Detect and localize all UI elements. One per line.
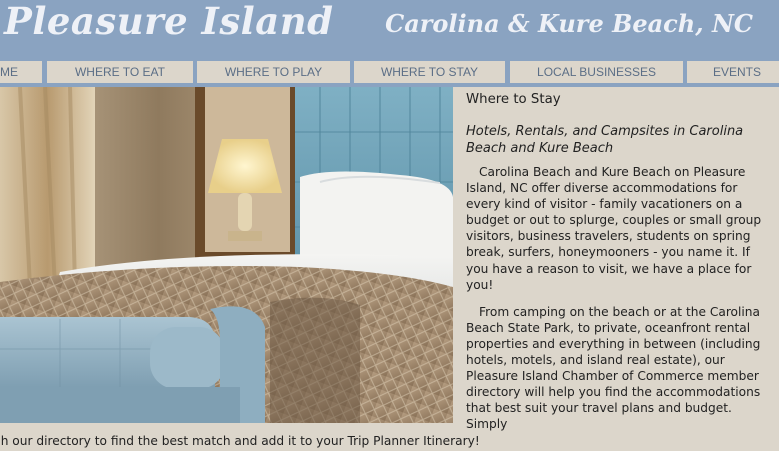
hotel-bedroom-photo (0, 87, 453, 423)
site-title[interactable]: Pleasure Island (4, 0, 333, 43)
nav-item-where-to-eat[interactable]: WHERE TO EAT (47, 61, 193, 83)
directory-paragraph-continued: ch our directory to find the best match … (0, 434, 480, 448)
site-header: Pleasure Island Carolina & Kure Beach, N… (0, 0, 779, 58)
page-subtitle: Hotels, Rentals, and Campsites in Caroli… (466, 124, 744, 156)
nav-item-where-to-stay[interactable]: WHERE TO STAY (354, 61, 505, 83)
directory-paragraph: From camping on the beach or at the Caro… (466, 304, 761, 432)
main-nav: ME WHERE TO EAT WHERE TO PLAY WHERE TO S… (0, 58, 779, 87)
nav-item-home[interactable]: ME (0, 61, 42, 83)
nav-item-local-businesses[interactable]: LOCAL BUSINESSES (510, 61, 683, 83)
page-title: Where to Stay (466, 92, 561, 107)
nav-item-events[interactable]: EVENTS (687, 61, 779, 83)
nav-item-where-to-play[interactable]: WHERE TO PLAY (197, 61, 350, 83)
site-location: Carolina & Kure Beach, NC (385, 9, 753, 38)
intro-paragraph: Carolina Beach and Kure Beach on Pleasur… (466, 165, 762, 292)
main-content: Where to Stay Hotels, Rentals, and Camps… (466, 91, 771, 444)
